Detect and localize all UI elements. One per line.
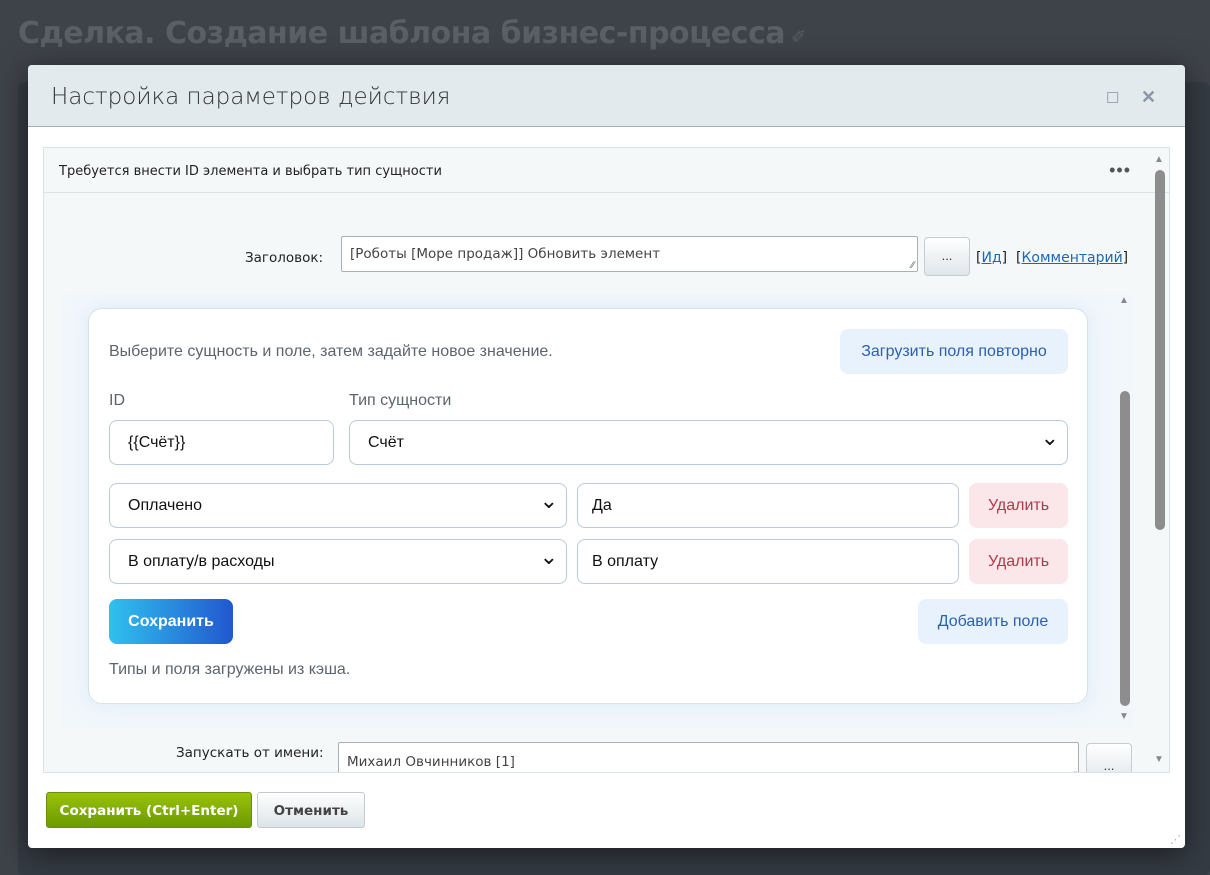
main-scroll-up-icon[interactable]: ▲	[1154, 154, 1164, 165]
robot-frame: Выберите сущность и поле, затем задайте …	[62, 293, 1134, 729]
background-page-title: Сделка. Создание шаблона бизнес-процесса…	[18, 16, 806, 51]
add-field-button[interactable]: Добавить поле	[918, 599, 1068, 644]
scroll-down-icon[interactable]: ▼	[1119, 711, 1129, 722]
delete-button-2[interactable]: Удалить	[969, 539, 1068, 584]
card-save-button[interactable]: Сохранить	[109, 599, 233, 644]
entity-type-label: Тип сущности	[349, 392, 452, 409]
dialog-title: Настройка параметров действия	[51, 84, 451, 110]
run-as-input[interactable]: Михаил Овчинников [1]	[338, 742, 1079, 772]
run-as-select-button[interactable]: ...	[1086, 743, 1132, 772]
field-select-1[interactable]: Оплачено	[109, 483, 567, 528]
more-icon[interactable]: •••	[1109, 160, 1131, 181]
notice-text: Требуется внести ID элемента и выбрать т…	[59, 164, 442, 179]
delete-button-1[interactable]: Удалить	[969, 483, 1068, 528]
notice-bar: Требуется внести ID элемента и выбрать т…	[44, 148, 1169, 193]
field-select-2[interactable]: В оплату/в расходы	[109, 539, 567, 584]
scroll-up-icon[interactable]: ▲	[1119, 295, 1129, 306]
status-text: Типы и поля загружены из кэша.	[109, 661, 351, 678]
maximize-icon[interactable]: ☐	[1106, 89, 1119, 107]
field-value-2[interactable]: В оплату	[577, 539, 959, 584]
close-icon[interactable]: ✕	[1141, 87, 1156, 108]
pin-icon[interactable]: ✐	[791, 27, 806, 48]
links: [Ид] [Комментарий]	[976, 250, 1129, 266]
title-input[interactable]: [Роботы [Море продаж]] Обновить элемент	[341, 236, 918, 272]
reload-fields-button[interactable]: Загрузить поля повторно	[840, 329, 1068, 374]
inner-scrollbar[interactable]: ▲ ▼	[1116, 293, 1134, 729]
robot-card: Выберите сущность и поле, затем задайте …	[88, 308, 1088, 704]
action-settings-dialog: Настройка параметров действия ☐ ✕ Требуе…	[28, 65, 1185, 848]
main-scroll-down-icon[interactable]: ▼	[1154, 754, 1164, 765]
resize-grip-icon[interactable]: ⋰	[1170, 833, 1181, 846]
entity-type-select[interactable]: Счёт	[349, 420, 1068, 465]
title-insert-button[interactable]: ...	[924, 237, 970, 276]
comment-link[interactable]: Комментарий	[1021, 250, 1122, 266]
id-input[interactable]: {{Счёт}}	[109, 420, 334, 465]
title-label: Заголовок:	[245, 250, 324, 266]
main-scroll-thumb[interactable]	[1155, 170, 1165, 530]
id-label: ID	[109, 392, 125, 409]
cancel-button[interactable]: Отменить	[257, 792, 365, 828]
main-scrollbar[interactable]: ▲ ▼	[1151, 148, 1169, 772]
dialog-header: Настройка параметров действия ☐ ✕	[28, 65, 1185, 127]
save-button[interactable]: Сохранить (Ctrl+Enter)	[46, 792, 252, 828]
run-as-label: Запускать от имени:	[176, 745, 324, 761]
instruction-text: Выберите сущность и поле, затем задайте …	[109, 343, 553, 360]
settings-panel: Требуется внести ID элемента и выбрать т…	[43, 147, 1170, 773]
field-value-1[interactable]: Да	[577, 483, 959, 528]
inner-scroll-thumb[interactable]	[1120, 391, 1130, 706]
id-link[interactable]: Ид	[981, 250, 1001, 266]
